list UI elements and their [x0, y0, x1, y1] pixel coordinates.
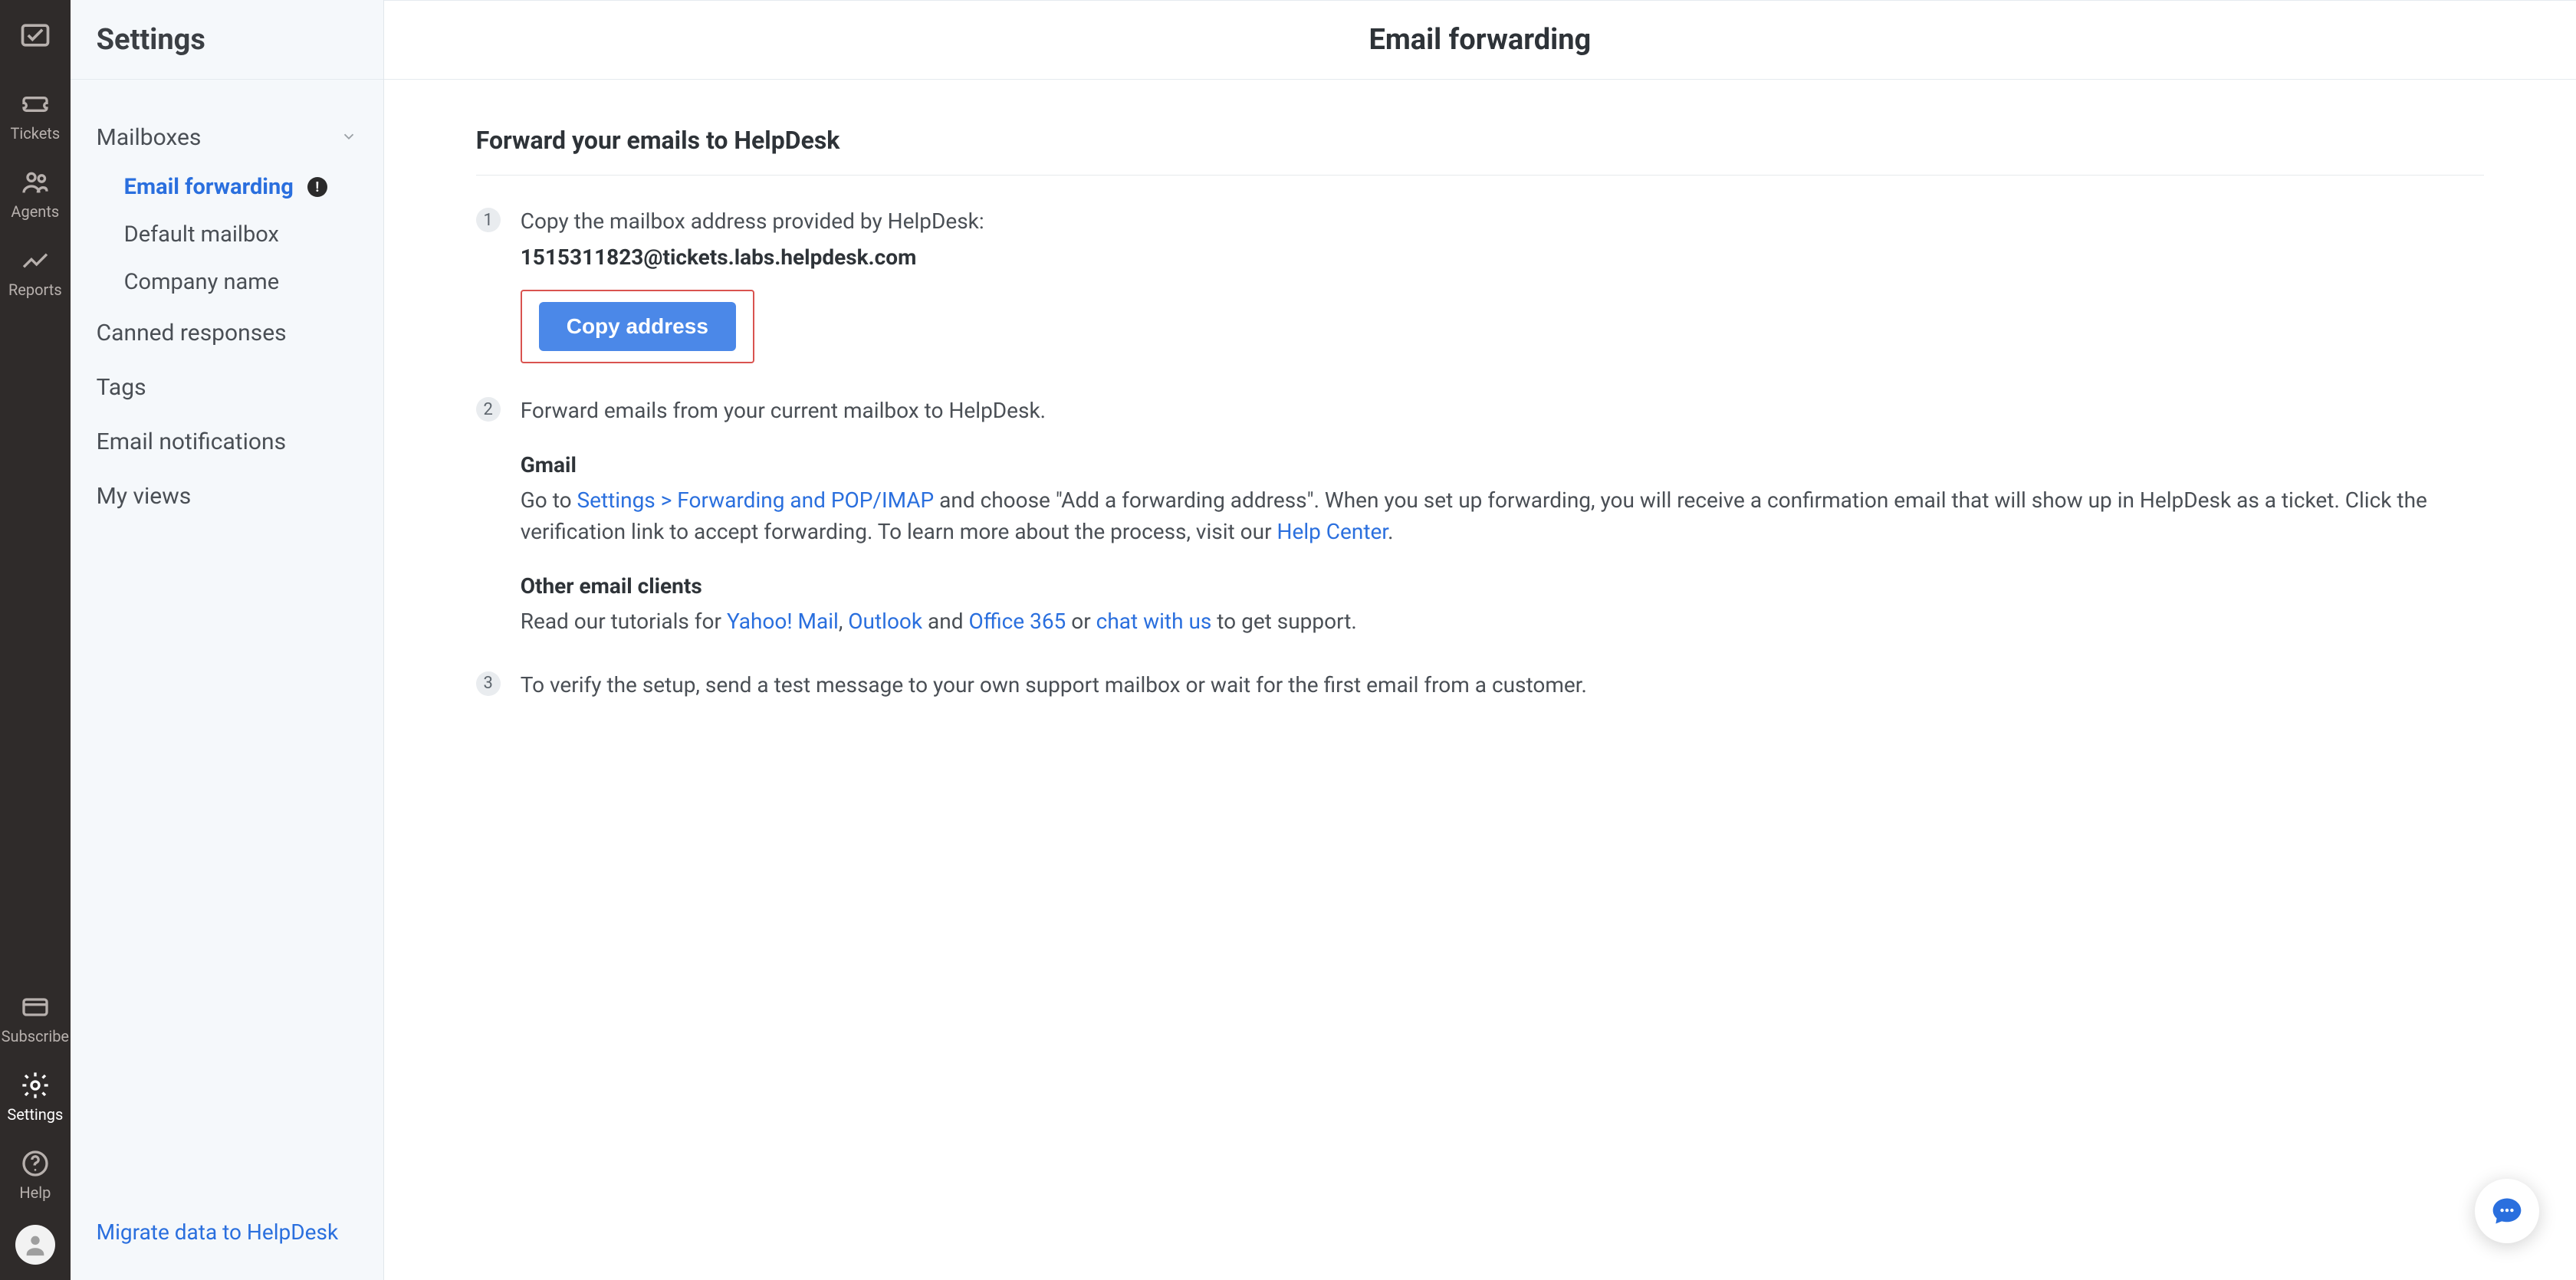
- section-heading: Forward your emails to HelpDesk: [476, 126, 2484, 176]
- sidepanel-item-label: Canned responses: [97, 320, 287, 346]
- text-fragment: to get support.: [1211, 609, 1356, 634]
- nav-agents-label: Agents: [11, 202, 59, 221]
- sidepanel-item-tags[interactable]: Tags: [71, 360, 383, 415]
- agents-icon: [20, 167, 51, 198]
- alert-badge: !: [307, 177, 327, 197]
- nav-settings-label: Settings: [7, 1105, 63, 1124]
- credit-card-icon: [20, 992, 51, 1022]
- gmail-instructions: Go to Settings > Forwarding and POP/IMAP…: [521, 485, 2484, 547]
- step-3: 3 To verify the setup, send a test messa…: [476, 670, 2484, 701]
- user-avatar[interactable]: [15, 1225, 55, 1265]
- sidepanel-title: Settings: [71, 0, 383, 80]
- nav-reports[interactable]: Reports: [0, 231, 71, 310]
- sidepanel-item-canned-responses[interactable]: Canned responses: [71, 306, 383, 360]
- help-icon: [20, 1148, 51, 1179]
- ticket-icon: [20, 89, 51, 120]
- other-clients-instructions: Read our tutorials for Yahoo! Mail, Outl…: [521, 606, 2484, 638]
- nav-reports-label: Reports: [8, 281, 62, 299]
- sidepanel-item-label: Email notifications: [97, 428, 286, 455]
- migrate-link[interactable]: Migrate data to HelpDesk: [97, 1219, 338, 1245]
- sidepanel-section-mailboxes-label: Mailboxes: [97, 124, 202, 151]
- gmail-title: Gmail: [521, 450, 2484, 481]
- sidepanel-item-email-notifications[interactable]: Email notifications: [71, 415, 383, 469]
- nav-subscribe-label: Subscribe: [2, 1027, 69, 1045]
- copy-address-button[interactable]: Copy address: [539, 302, 736, 351]
- nav-tickets[interactable]: Tickets: [0, 75, 71, 153]
- step-number: 3: [476, 671, 501, 696]
- sidepanel-item-label: Company name: [124, 269, 279, 295]
- nav-settings[interactable]: Settings: [0, 1056, 71, 1134]
- outlook-link[interactable]: Outlook: [848, 609, 922, 634]
- sidepanel-item-default-mailbox[interactable]: Default mailbox: [71, 211, 383, 258]
- gmail-settings-link[interactable]: Settings > Forwarding and POP/IMAP: [577, 487, 935, 513]
- step-number: 2: [476, 397, 501, 422]
- copy-address-highlight: Copy address: [521, 290, 754, 363]
- chevron-down-icon: [340, 124, 357, 151]
- sidepanel-item-company-name[interactable]: Company name: [71, 258, 383, 306]
- sidepanel-item-label: My views: [97, 483, 192, 510]
- step-1-text: Copy the mailbox address provided by Hel…: [521, 206, 2484, 238]
- sidepanel-item-my-views[interactable]: My views: [71, 469, 383, 523]
- sidepanel-section-mailboxes[interactable]: Mailboxes: [71, 112, 383, 163]
- nav-rail: Tickets Agents Reports Subsc: [0, 0, 71, 1280]
- app-logo[interactable]: [0, 0, 71, 75]
- office365-link[interactable]: Office 365: [968, 609, 1066, 634]
- sidepanel-item-label: Email forwarding: [124, 174, 294, 200]
- settings-sidepanel: Settings Mailboxes Email forwarding ! De…: [71, 0, 384, 1280]
- checkbox-logo-icon: [18, 18, 52, 52]
- sidepanel-item-label: Default mailbox: [124, 222, 279, 248]
- gmail-block: Gmail Go to Settings > Forwarding and PO…: [521, 450, 2484, 548]
- nav-subscribe[interactable]: Subscribe: [0, 978, 71, 1056]
- step-3-text: To verify the setup, send a test message…: [521, 670, 2484, 701]
- text-fragment: Go to: [521, 487, 577, 513]
- other-clients-title: Other email clients: [521, 571, 2484, 602]
- step-1: 1 Copy the mailbox address provided by H…: [476, 206, 2484, 363]
- chat-with-us-link[interactable]: chat with us: [1096, 609, 1212, 634]
- page-title: Email forwarding: [384, 0, 2576, 80]
- nav-help[interactable]: Help: [0, 1134, 71, 1213]
- nav-agents[interactable]: Agents: [0, 153, 71, 231]
- yahoo-link[interactable]: Yahoo! Mail: [727, 609, 839, 634]
- nav-help-label: Help: [19, 1183, 51, 1202]
- sidepanel-item-label: Tags: [97, 374, 146, 401]
- gear-icon: [20, 1070, 51, 1101]
- step-2-text: Forward emails from your current mailbox…: [521, 395, 2484, 427]
- step-number: 1: [476, 208, 501, 232]
- text-fragment: and: [922, 609, 968, 634]
- main-content: Email forwarding Forward your emails to …: [384, 0, 2576, 1280]
- reports-icon: [20, 245, 51, 276]
- step-2: 2 Forward emails from your current mailb…: [476, 395, 2484, 638]
- mailbox-address: 1515311823@tickets.labs.helpdesk.com: [521, 242, 2484, 274]
- text-fragment: ,: [839, 609, 848, 634]
- text-fragment: or: [1066, 609, 1096, 634]
- other-clients-block: Other email clients Read our tutorials f…: [521, 571, 2484, 638]
- text-fragment: .: [1388, 519, 1393, 544]
- sidepanel-item-email-forwarding[interactable]: Email forwarding !: [71, 163, 383, 211]
- chat-fab[interactable]: [2475, 1179, 2539, 1243]
- text-fragment: Read our tutorials for: [521, 609, 727, 634]
- help-center-link[interactable]: Help Center: [1277, 519, 1388, 544]
- chat-bubble-icon: [2490, 1194, 2524, 1228]
- nav-tickets-label: Tickets: [10, 124, 60, 143]
- person-icon: [22, 1232, 48, 1258]
